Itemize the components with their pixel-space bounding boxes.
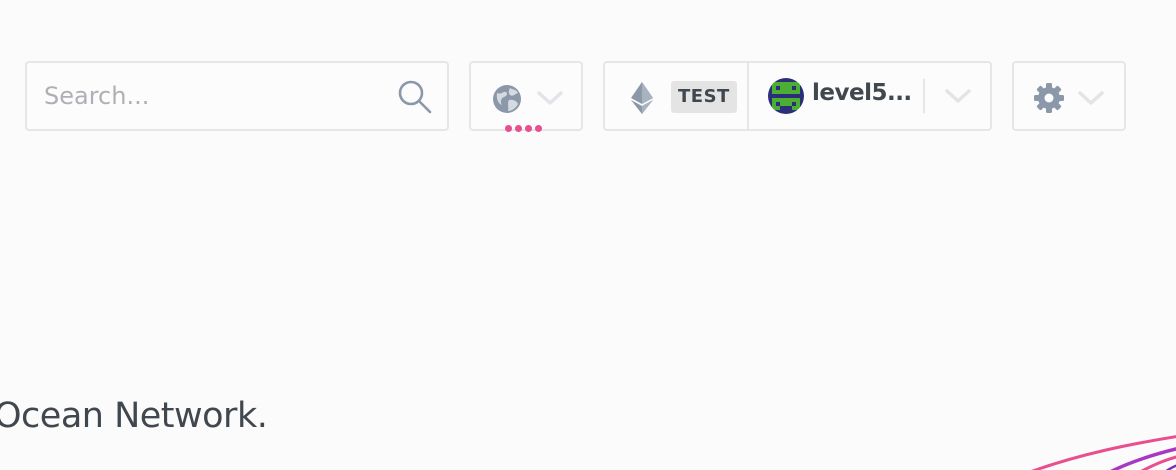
search-icon[interactable] [397,79,433,119]
divider [923,79,925,113]
page: TEST level5... [0,0,1176,470]
hero-tagline: Ocean Network. [0,396,268,436]
loading-indicator [505,125,542,132]
loading-dot [505,125,512,132]
search-box[interactable] [25,61,449,131]
chevron-down-icon[interactable] [945,88,971,108]
loading-dot [515,125,522,132]
network-badge: TEST [671,81,737,113]
wallet-group: TEST level5... [603,61,992,131]
globe-icon [491,83,523,119]
gear-icon [1033,82,1065,118]
eth-icon [631,82,653,118]
chevron-down-icon [1078,90,1104,110]
chevron-down-icon [537,90,563,110]
account-name: level5... [812,80,912,106]
loading-dot [535,125,542,132]
search-input[interactable] [42,81,386,111]
network-selector[interactable] [469,61,583,132]
settings-button[interactable] [1012,61,1126,131]
avatar [768,78,804,114]
account-selector[interactable]: level5... [747,61,992,131]
loading-dot [525,125,532,132]
decorative-swoosh [1031,435,1176,470]
